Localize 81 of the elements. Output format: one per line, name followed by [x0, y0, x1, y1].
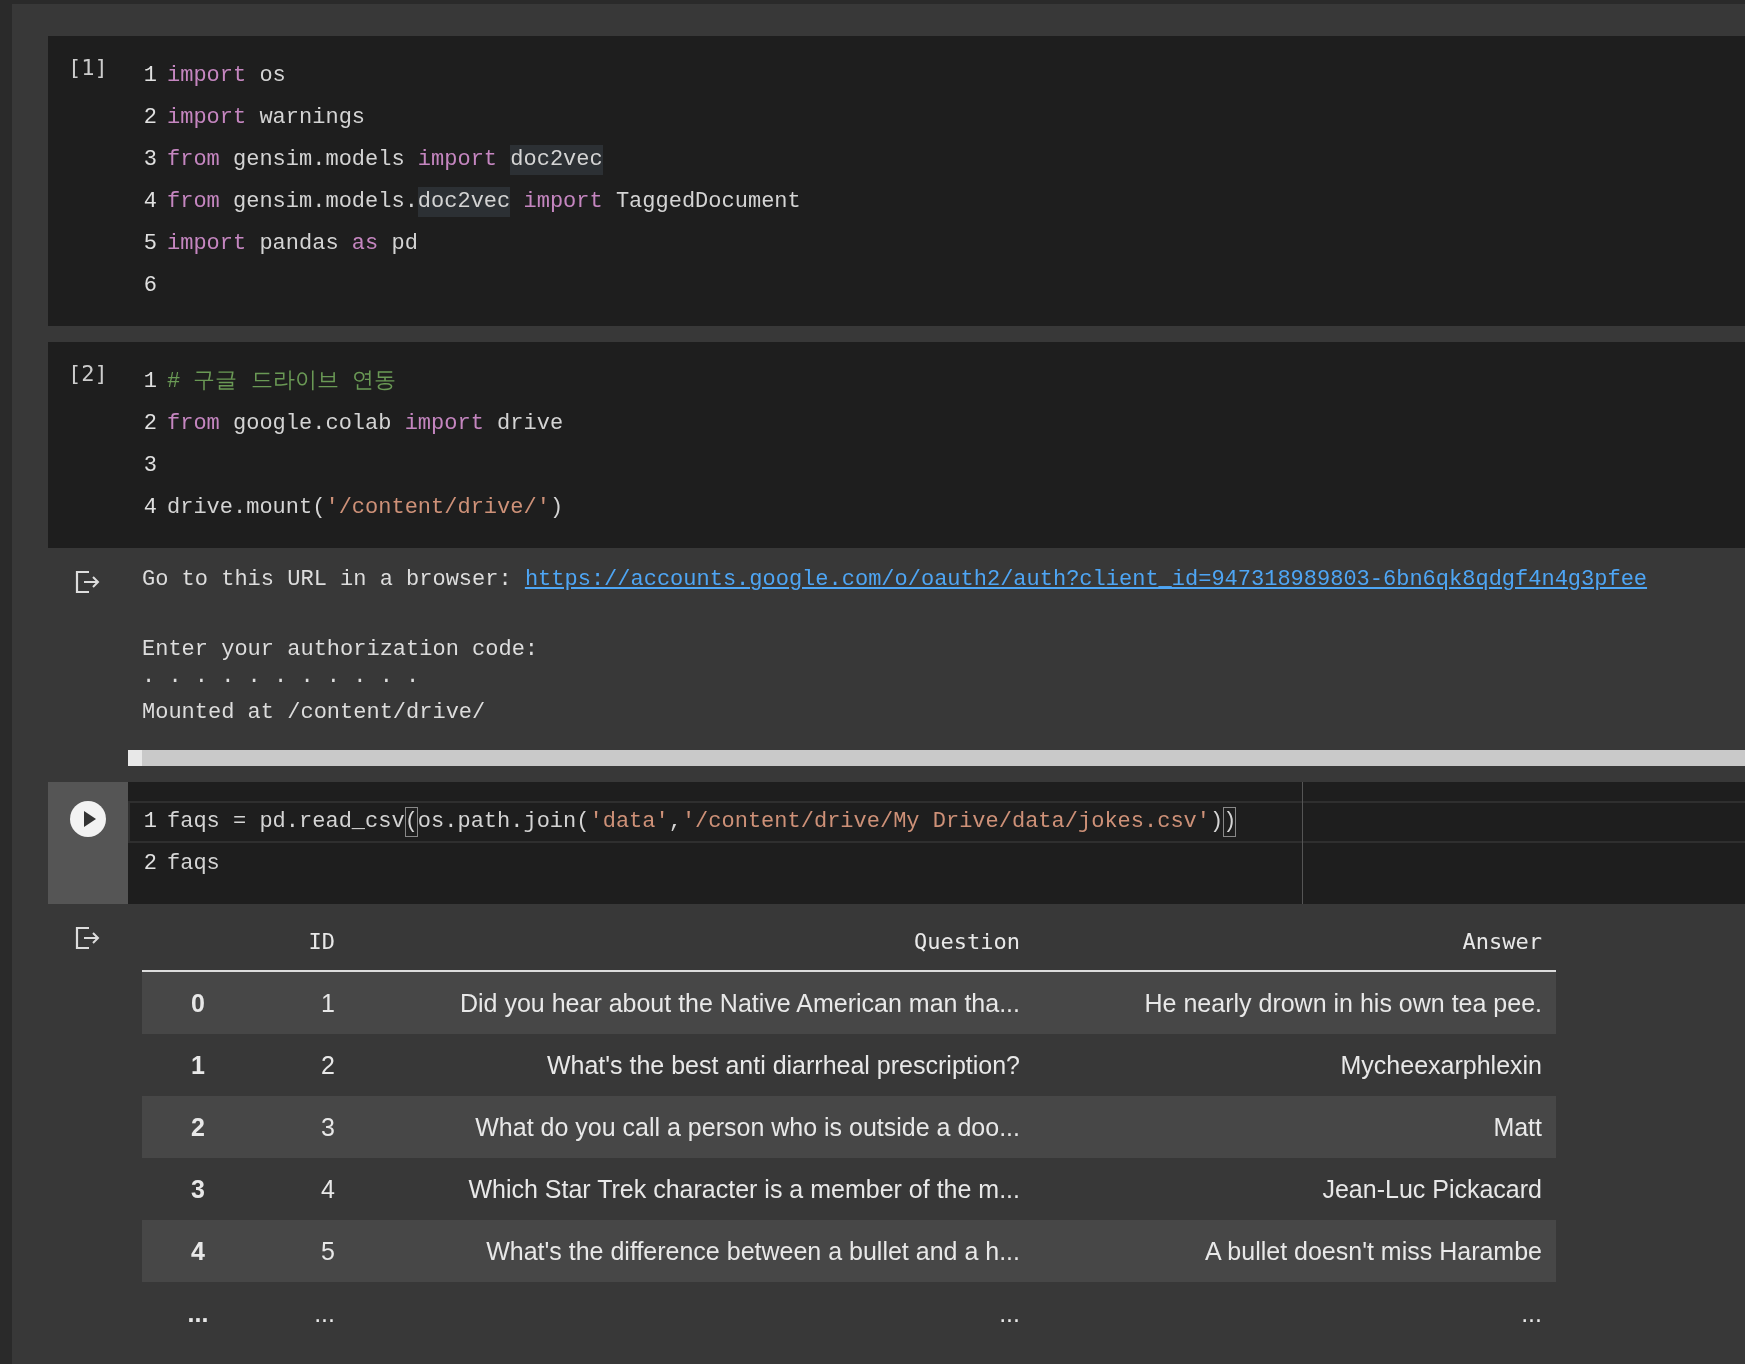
code-text: faqs: [167, 850, 220, 878]
code-keyword: import: [522, 188, 603, 216]
code-string: '/content/drive/My Drive/data/jokes.csv': [681, 808, 1210, 836]
code-text: os: [258, 62, 286, 90]
row-index: ...: [142, 1282, 254, 1344]
matched-bracket: (: [404, 807, 418, 837]
row-index: 2: [142, 1096, 254, 1158]
code-keyword: from: [167, 410, 220, 438]
code-keyword: from: [167, 146, 220, 174]
output-text: Go to this URL in a browser:: [142, 567, 513, 592]
line-number: 3: [142, 452, 157, 480]
table-cell: ...: [254, 1282, 349, 1344]
output-icon[interactable]: [75, 926, 101, 950]
code-text: gensim.models: [232, 146, 406, 174]
line-number: 1: [142, 62, 157, 90]
code-text: pd: [390, 230, 418, 258]
code-text: drive.mount(: [167, 494, 326, 522]
code-text: faqs = pd.read_csv: [167, 808, 405, 836]
horizontal-scrollbar[interactable]: [128, 750, 1745, 766]
code-comment: # 구글 드라이브 연동: [167, 368, 396, 396]
matched-bracket: ): [1223, 807, 1237, 837]
line-number: 2: [142, 850, 157, 878]
table-cell: 3: [254, 1096, 349, 1158]
code-keyword: import: [404, 410, 484, 438]
code-text: drive: [496, 410, 564, 438]
code-text: pandas: [258, 230, 340, 258]
code-keyword: import: [417, 146, 499, 174]
output-icon[interactable]: [75, 570, 101, 594]
table-cell: What do you call a person who is outside a doo...: [349, 1096, 1034, 1158]
code-text: ): [1210, 808, 1224, 836]
row-index: 4: [142, 1220, 254, 1282]
line-number: 5: [142, 230, 157, 258]
code-keyword: as: [351, 230, 379, 258]
run-cell-button[interactable]: [69, 800, 107, 838]
code-keyword: import: [167, 230, 247, 258]
table-cell: 1: [254, 971, 349, 1034]
table-cell: A bullet doesn't miss Harambe: [1034, 1220, 1556, 1282]
code-text: google.colab: [232, 410, 393, 438]
highlighted-code: doc2vec: [417, 187, 511, 217]
table-cell: Did you hear about the Native American man tha...: [349, 971, 1034, 1034]
auth-url-link[interactable]: https://accounts.google.com/o/oauth2/auth?client_id=947318989803-6bn6qk8qdgf4n4g3pfee: [524, 567, 1648, 592]
table-cell: He nearly drown in his own tea pee.: [1034, 971, 1556, 1034]
line-number: 6: [142, 272, 157, 300]
table-cell: ...: [349, 1282, 1034, 1344]
code-string: '/content/drive/': [325, 494, 550, 522]
table-cell: 2: [254, 1034, 349, 1096]
output-text: Enter your authorization code:: [142, 637, 539, 662]
table-cell: Jean-Luc Pickacard: [1034, 1158, 1556, 1220]
code-string: 'data': [589, 808, 669, 836]
highlighted-code: doc2vec: [510, 145, 603, 175]
line-number: 2: [142, 104, 157, 132]
code-text: os.path.join(: [417, 808, 590, 836]
table-cell: What's the difference between a bullet and a h...: [349, 1220, 1034, 1282]
output-text: Mounted at /content/drive/: [142, 700, 486, 725]
code-text: ): [549, 494, 564, 522]
code-text: ,: [668, 808, 682, 836]
code-text: warnings: [258, 104, 366, 132]
execution-count: [1]: [68, 54, 108, 82]
line-number: 4: [142, 188, 157, 216]
line-number: 1: [142, 808, 157, 836]
table-cell: Which Star Trek character is a member of the m...: [349, 1158, 1034, 1220]
code-keyword: from: [167, 188, 220, 216]
line-number: 4: [142, 494, 157, 522]
code-text: gensim.models.: [232, 188, 418, 216]
code-keyword: import: [167, 104, 247, 132]
table-cell: 5: [254, 1220, 349, 1282]
row-index: 3: [142, 1158, 254, 1220]
masked-code: . . . . . . . . . . .: [142, 664, 420, 689]
table-cell: 4: [254, 1158, 349, 1220]
row-index: 1: [142, 1034, 254, 1096]
line-number: 3: [142, 146, 157, 174]
table-cell: What's the best anti diarrheal prescription?: [349, 1034, 1034, 1096]
line-number: 1: [142, 368, 157, 396]
table-cell: Matt: [1034, 1096, 1556, 1158]
table-cell: ...: [1034, 1282, 1556, 1344]
line-number: 2: [142, 410, 157, 438]
table-cell: Mycheexarphlexin: [1034, 1034, 1556, 1096]
row-index: 0: [142, 971, 254, 1034]
code-keyword: import: [167, 62, 247, 90]
code-text: TaggedDocument: [614, 188, 801, 216]
execution-count: [2]: [68, 360, 108, 388]
